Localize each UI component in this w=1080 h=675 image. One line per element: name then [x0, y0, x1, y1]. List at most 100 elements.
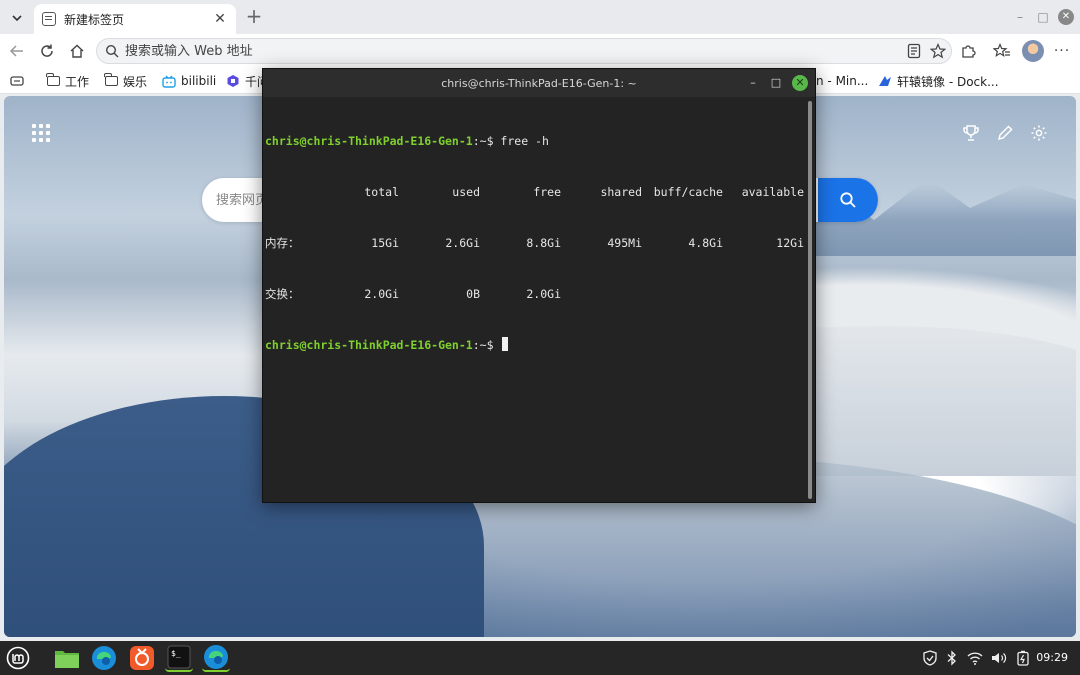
edit-page-button[interactable] [994, 122, 1016, 144]
table-cell: 2.6Gi [445, 236, 480, 250]
battery-icon[interactable] [1015, 650, 1031, 666]
taskbar-edge-active[interactable] [202, 644, 230, 672]
terminal-prompt-line: chris@chris-ThinkPad-E16-Gen-1:~$ [265, 337, 805, 354]
arrow-left-icon [9, 45, 23, 57]
free-swap-row: 交换： 2.0Gi 0B 2.0Gi [265, 286, 805, 303]
table-cell: 0B [466, 287, 480, 301]
new-tab-button[interactable]: + [244, 6, 264, 26]
bookmarks-menu-icon [10, 74, 24, 88]
address-bar[interactable] [96, 38, 952, 64]
taskbar-terminal[interactable]: $_ [165, 644, 193, 672]
terminal-close-button[interactable]: ✕ [792, 75, 808, 91]
table-header: shared [600, 185, 642, 199]
taskbar-clock[interactable]: 09:29 [1036, 651, 1068, 664]
back-button[interactable] [6, 40, 28, 62]
table-cell: 12Gi [776, 236, 804, 250]
bookmark-xuanyuan[interactable]: 轩辕镜像 - Dock... [878, 72, 999, 90]
svg-text:$_: $_ [171, 649, 181, 658]
taskbar: $_ 09:29 [0, 641, 1080, 675]
terminal-title: chris@chris-ThinkPad-E16-Gen-1: ~ [441, 76, 637, 90]
apps-grid-icon[interactable] [32, 124, 50, 142]
xuanyuan-icon [878, 74, 892, 88]
bookmark-label: 轩辕镜像 - Dock... [897, 74, 999, 89]
tab-list-button[interactable] [6, 7, 28, 29]
volume-icon[interactable] [991, 650, 1007, 666]
window-close-button[interactable]: ✕ [1058, 9, 1074, 25]
command-text: free -h [493, 134, 549, 148]
start-menu-button[interactable] [4, 644, 32, 672]
prompt-user: chris@chris-ThinkPad-E16-Gen-1 [265, 338, 473, 352]
table-header: free [533, 185, 561, 199]
shield-icon[interactable] [922, 650, 938, 666]
web-search-button[interactable] [818, 178, 878, 222]
search-icon [840, 192, 856, 208]
taskbar-edge[interactable] [90, 644, 118, 672]
bookmark-bilibili[interactable]: bilibili [162, 72, 216, 90]
bookmark-entertainment[interactable]: 娱乐 [104, 72, 147, 90]
home-button[interactable] [66, 40, 88, 62]
table-cell: 4.8Gi [688, 236, 723, 250]
new-tab-page-icon [42, 12, 56, 26]
prompt-suffix: :~$ [472, 338, 494, 352]
favorites-button[interactable] [992, 41, 1012, 61]
window-maximize-button[interactable]: □ [1035, 9, 1051, 25]
refresh-button[interactable] [36, 40, 58, 62]
pencil-icon [997, 125, 1013, 141]
edge-icon [204, 645, 228, 669]
tab-new-tab[interactable]: 新建标签页 ✕ [34, 4, 236, 34]
edge-icon [92, 646, 116, 670]
extensions-button[interactable] [958, 41, 978, 61]
free-memory-row: 内存： 15Gi 2.6Gi 8.8Gi 495Mi 4.8Gi 12Gi [265, 235, 805, 252]
linux-mint-icon [6, 646, 30, 670]
search-icon [105, 44, 119, 58]
rewards-button[interactable] [960, 122, 982, 144]
table-cell: 15Gi [371, 236, 399, 250]
terminal-scrollbar[interactable] [808, 101, 812, 499]
folder-icon [55, 651, 79, 668]
more-menu-button[interactable]: ··· [1052, 41, 1072, 61]
folder-icon [104, 73, 118, 88]
table-cell: 8.8Gi [526, 236, 561, 250]
terminal-output[interactable]: chris@chris-ThinkPad-E16-Gen-1:~$ free -… [265, 99, 805, 498]
prompt-user: chris@chris-ThinkPad-E16-Gen-1 [265, 134, 473, 148]
text-cursor [502, 337, 509, 351]
trophy-icon [963, 125, 979, 141]
profile-avatar[interactable] [1022, 40, 1044, 62]
home-icon [70, 44, 84, 58]
bluetooth-icon[interactable] [944, 650, 960, 666]
bookmark-work[interactable]: 工作 [46, 72, 89, 90]
refresh-icon [41, 44, 53, 57]
bookmark-site[interactable]: n - Min... [816, 72, 868, 90]
favorite-star-button[interactable] [928, 41, 948, 61]
terminal-window[interactable]: chris@chris-ThinkPad-E16-Gen-1: ~ – □ ✕ … [262, 68, 816, 503]
gear-icon [1031, 125, 1047, 141]
terminal-maximize-button[interactable]: □ [768, 75, 784, 91]
table-cell: 2.0Gi [526, 287, 561, 301]
wifi-icon[interactable] [967, 650, 983, 666]
page-settings-button[interactable] [1028, 122, 1050, 144]
app-icon [130, 646, 154, 670]
taskbar-files[interactable] [53, 644, 81, 672]
bookmark-label: bilibili [181, 74, 217, 88]
terminal-minimize-button[interactable]: – [745, 75, 761, 91]
bilibili-icon [162, 74, 176, 88]
table-header: buff/cache [653, 185, 723, 199]
reading-view-button[interactable] [904, 41, 924, 61]
bookmark-label: n - Min... [816, 74, 869, 88]
bookmarks-toggle-button[interactable] [10, 72, 29, 90]
terminal-icon: $_ [167, 645, 191, 669]
free-header-row: total used free shared buff/cache available [265, 184, 805, 201]
table-cell: 2.0Gi [364, 287, 399, 301]
terminal-titlebar[interactable]: chris@chris-ThinkPad-E16-Gen-1: ~ – □ ✕ [263, 69, 815, 97]
tab-close-button[interactable]: ✕ [212, 11, 228, 27]
tab-bar: 新建标签页 ✕ + – □ ✕ [0, 0, 1080, 34]
taskbar-firefox-like-app[interactable] [128, 644, 156, 672]
bookmark-label: 工作 [65, 74, 90, 89]
table-cell: 495Mi [607, 236, 642, 250]
window-minimize-button[interactable]: – [1012, 9, 1028, 25]
prompt-suffix: :~$ [472, 134, 494, 148]
address-input[interactable] [125, 43, 951, 59]
table-cell: 交换： [265, 287, 300, 301]
tab-title: 新建标签页 [64, 12, 125, 27]
puzzle-icon [962, 45, 976, 58]
